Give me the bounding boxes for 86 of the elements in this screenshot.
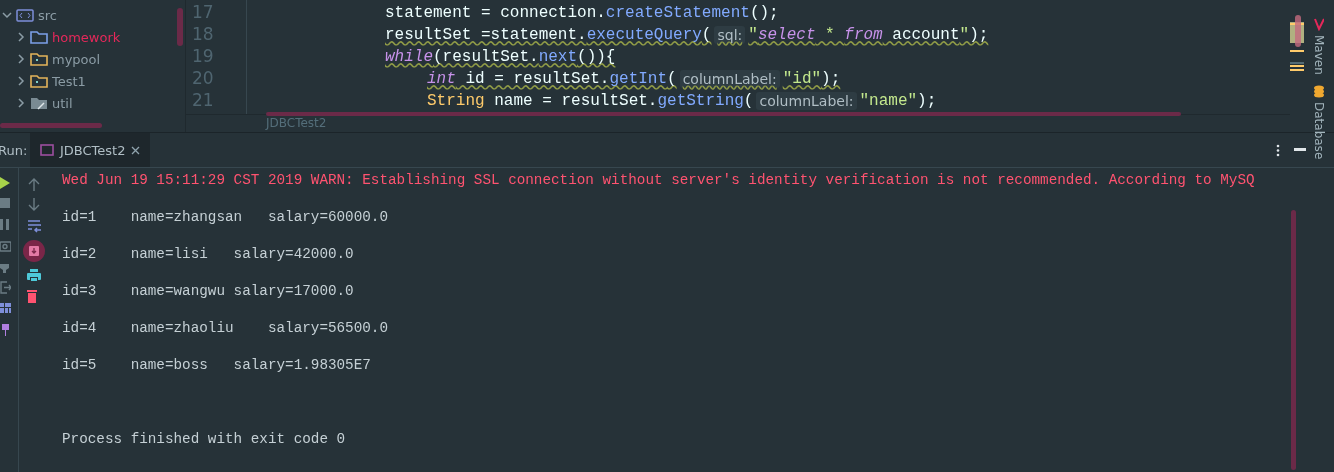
tree-item[interactable]: src — [38, 7, 57, 23]
line-number: 19 — [191, 46, 215, 68]
code-token: ( — [667, 69, 677, 90]
code-token: from — [844, 25, 883, 46]
code-token: * — [824, 25, 836, 46]
check-icon[interactable] — [1314, 18, 1324, 31]
code-token: int — [427, 69, 456, 90]
code-token: createStatement — [605, 3, 750, 24]
console-line: id=5 name=boss salary=1.98305E7 — [62, 357, 372, 375]
tool-window-button[interactable]: Database — [1312, 101, 1326, 160]
pin-icon[interactable] — [0, 323, 11, 336]
chevron-right-icon[interactable] — [16, 54, 26, 64]
minimize-icon[interactable] — [1294, 148, 1306, 152]
code-token: "name" — [859, 91, 918, 112]
tree-item[interactable]: homework — [52, 29, 121, 45]
code-token: resultSet =statement. — [385, 25, 587, 46]
source-folder-icon — [16, 7, 34, 23]
code-token: ); — [969, 25, 989, 46]
scrollbar-thumb[interactable] — [177, 8, 183, 46]
code-token: executeQuery — [586, 25, 702, 46]
window-icon — [40, 144, 54, 156]
code-token: (); — [749, 3, 779, 24]
run-tab[interactable]: JDBCTest2 — [30, 133, 151, 167]
tool-window-button[interactable]: Maven — [1312, 35, 1326, 75]
code-token: " — [748, 25, 758, 46]
camera-icon[interactable] — [0, 239, 11, 252]
line-number: 18 — [191, 24, 215, 46]
tree-item[interactable]: Test1 — [52, 73, 86, 89]
close-icon[interactable] — [131, 145, 141, 155]
exit-icon[interactable] — [0, 281, 11, 294]
parameter-hint: columnLabel: — [756, 92, 857, 110]
coins-icon[interactable] — [1314, 84, 1324, 98]
scrollbar-thumb[interactable] — [1291, 210, 1296, 470]
chevron-down-icon[interactable] — [2, 10, 12, 20]
scroll-to-end-icon[interactable] — [23, 240, 45, 262]
code-token: account — [891, 25, 960, 46]
parameter-hint: columnLabel: — [679, 70, 780, 88]
code-token: while — [385, 47, 433, 68]
console-line: id=2 name=lisi salary=42000.0 — [62, 246, 355, 264]
layout-icon[interactable] — [0, 302, 11, 315]
scrollbar-thumb[interactable] — [266, 112, 1181, 116]
parameter-hint: sql: — [714, 26, 746, 44]
scrollbar-thumb[interactable] — [0, 123, 102, 128]
line-number: 17 — [191, 2, 215, 24]
chevron-right-icon[interactable] — [16, 98, 26, 108]
chevron-right-icon[interactable] — [16, 32, 26, 42]
code-token: id = resultSet. — [464, 69, 610, 90]
code-token: ( — [701, 25, 712, 46]
pause-icon[interactable] — [0, 218, 11, 231]
code-token: getString — [657, 91, 744, 112]
line-number: 20 — [191, 68, 215, 90]
tree-item[interactable]: util — [52, 95, 73, 111]
code-token: ( — [743, 91, 754, 112]
tree-item[interactable]: mypool — [52, 51, 101, 67]
arrow-up-icon[interactable] — [27, 177, 41, 191]
printer-icon[interactable] — [27, 269, 41, 283]
code-token: "id" — [782, 69, 822, 90]
folder-icon — [30, 73, 48, 89]
breadcrumb[interactable]: JDBCTest2 — [266, 116, 327, 130]
wrap-lines-icon[interactable] — [27, 219, 41, 233]
tool-folder-icon — [30, 95, 48, 111]
console-line: id=1 name=zhangsan salary=60000.0 — [62, 209, 390, 227]
code-token: ); — [917, 91, 937, 112]
code-token: statement = connection. — [385, 3, 606, 24]
run-icon[interactable] — [0, 176, 11, 189]
code-token: select — [757, 25, 816, 46]
folder-icon — [30, 51, 48, 67]
code-token: " — [959, 25, 970, 46]
console-line: id=4 name=zhaoliu salary=56500.0 — [62, 320, 390, 338]
code-token: (resultSet. — [433, 47, 539, 68]
run-label: Run: — [0, 142, 28, 158]
code-token: next — [538, 47, 578, 68]
code-token: ); — [821, 69, 841, 90]
arrow-down-icon[interactable] — [27, 198, 41, 212]
chevron-right-icon[interactable] — [16, 76, 26, 86]
code-token: String — [427, 91, 485, 112]
console-line: Wed Jun 19 15:11:29 CST 2019 WARN: Establishing SSL connection without server's identity verification is not recommended. According to MySQ — [62, 172, 1256, 190]
more-icon[interactable] — [1276, 143, 1280, 157]
folder-icon — [30, 29, 48, 45]
stop-icon[interactable] — [0, 197, 11, 210]
line-number: 21 — [191, 90, 215, 112]
code-token: name = resultSet. — [493, 91, 658, 112]
console-line: id=3 name=wangwu salary=17000.0 — [62, 283, 355, 301]
code-token: getInt — [609, 69, 668, 90]
code-token: ()){ — [577, 47, 616, 68]
console-line: Process finished with exit code 0 — [62, 431, 347, 449]
